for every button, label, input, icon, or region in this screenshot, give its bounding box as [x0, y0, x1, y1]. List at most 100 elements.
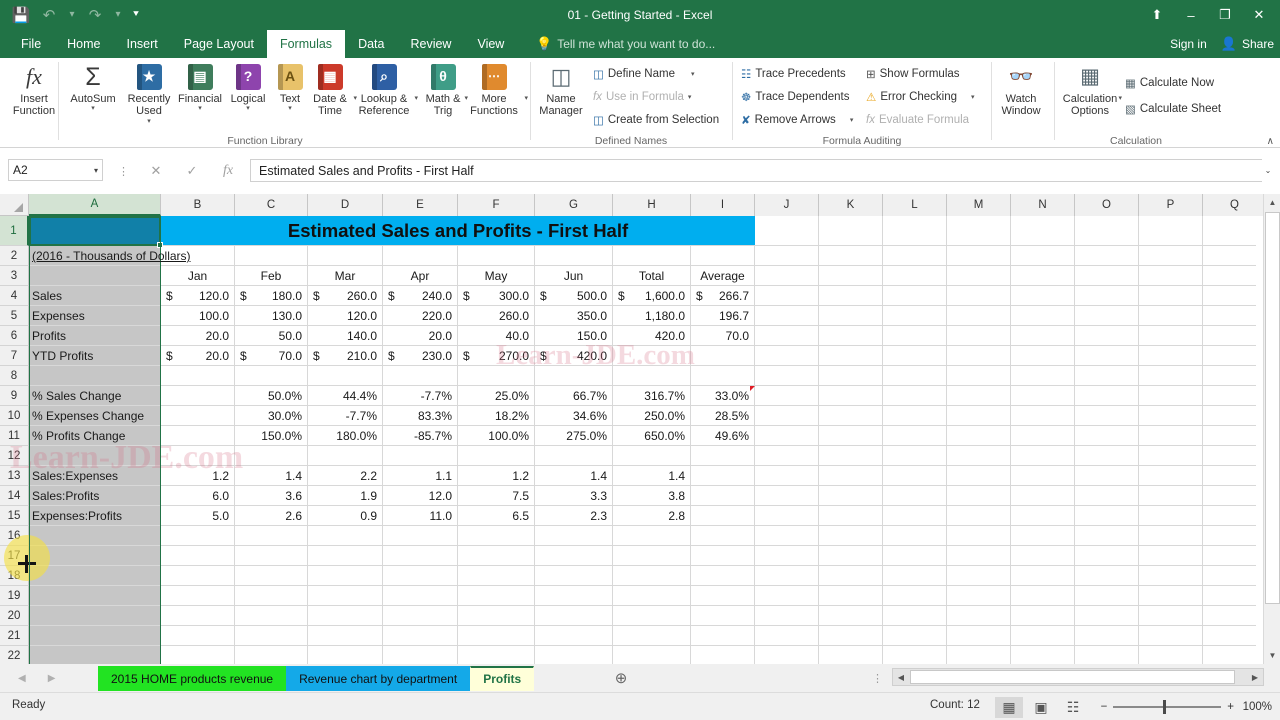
row-header-11[interactable]: 11	[0, 426, 29, 446]
cell-M6[interactable]	[947, 326, 1011, 346]
enter-icon[interactable]: ✓	[174, 163, 210, 179]
cell-P8[interactable]	[1139, 366, 1203, 386]
cell-O4[interactable]	[1075, 286, 1139, 306]
cell-D2[interactable]	[308, 246, 383, 266]
cell-Q1[interactable]	[1203, 216, 1256, 246]
tab-view[interactable]: View	[464, 30, 517, 58]
cell-K17[interactable]	[819, 546, 883, 566]
cell-L8[interactable]	[883, 366, 947, 386]
cell-J15[interactable]	[755, 506, 819, 526]
close-icon[interactable]: ✕	[1242, 0, 1276, 30]
cell-L4[interactable]	[883, 286, 947, 306]
cell-A9[interactable]: % Sales Change	[29, 386, 161, 406]
cell-K8[interactable]	[819, 366, 883, 386]
cell-D6[interactable]: 140.0	[308, 326, 383, 346]
cell-K18[interactable]	[819, 566, 883, 586]
chevron-down-icon[interactable]: ▾	[246, 105, 250, 112]
cell-M5[interactable]	[947, 306, 1011, 326]
cell-O13[interactable]	[1075, 466, 1139, 486]
cell-P13[interactable]	[1139, 466, 1203, 486]
cell-O2[interactable]	[1075, 246, 1139, 266]
cell-O6[interactable]	[1075, 326, 1139, 346]
cell-J4[interactable]	[755, 286, 819, 306]
row-header-16[interactable]: 16	[0, 526, 29, 546]
cell-N9[interactable]	[1011, 386, 1075, 406]
tab-insert[interactable]: Insert	[114, 30, 171, 58]
horizontal-scroll-thumb[interactable]	[910, 670, 1235, 684]
cell-F14[interactable]: 7.5	[458, 486, 535, 506]
cell-G22[interactable]	[535, 646, 613, 664]
row-header-14[interactable]: 14	[0, 486, 29, 506]
sign-in-button[interactable]: Sign in	[1170, 37, 1207, 51]
cell-C17[interactable]	[235, 546, 308, 566]
cell-A16[interactable]	[29, 526, 161, 546]
cell-K6[interactable]	[819, 326, 883, 346]
share-button[interactable]: 👤 Share	[1221, 36, 1274, 52]
cell-H5[interactable]: 1,180.0	[613, 306, 691, 326]
cell-C21[interactable]	[235, 626, 308, 646]
row-header-1[interactable]: 1	[0, 216, 29, 246]
ribbon-display-options-icon[interactable]: ⬆	[1140, 0, 1174, 30]
cell-D20[interactable]	[308, 606, 383, 626]
cell-L1[interactable]	[883, 216, 947, 246]
cell-E14[interactable]: 12.0	[383, 486, 458, 506]
cell-F15[interactable]: 6.5	[458, 506, 535, 526]
cell-O17[interactable]	[1075, 546, 1139, 566]
cell-M4[interactable]	[947, 286, 1011, 306]
cell-G12[interactable]	[535, 446, 613, 466]
cell-P17[interactable]	[1139, 546, 1203, 566]
cell-C14[interactable]: 3.6	[235, 486, 308, 506]
header-average[interactable]: Average	[691, 266, 755, 286]
row-header-4[interactable]: 4	[0, 286, 29, 306]
title-banner[interactable]: Estimated Sales and Profits - First Half	[161, 216, 755, 246]
create-from-selection-button[interactable]: ◫ Create from Selection	[593, 109, 719, 131]
cell-J18[interactable]	[755, 566, 819, 586]
cell-I18[interactable]	[691, 566, 755, 586]
cell-Q16[interactable]	[1203, 526, 1256, 546]
cell-I8[interactable]	[691, 366, 755, 386]
cell-F18[interactable]	[458, 566, 535, 586]
cell-J9[interactable]	[755, 386, 819, 406]
cell-J12[interactable]	[755, 446, 819, 466]
cell-K12[interactable]	[819, 446, 883, 466]
horizontal-scrollbar[interactable]: ◀ ▶	[892, 668, 1264, 686]
cell-Q14[interactable]	[1203, 486, 1256, 506]
name-manager-button[interactable]: ◫ Name Manager	[531, 61, 591, 118]
cell-Q3[interactable]	[1203, 266, 1256, 286]
cell-O16[interactable]	[1075, 526, 1139, 546]
cell-N5[interactable]	[1011, 306, 1075, 326]
cell-O3[interactable]	[1075, 266, 1139, 286]
autosum-button[interactable]: Σ AutoSum ▾	[62, 61, 124, 112]
cell-N20[interactable]	[1011, 606, 1075, 626]
show-formulas-button[interactable]: ⊞ Show Formulas	[866, 63, 960, 85]
cell-A4[interactable]: Sales	[29, 286, 161, 306]
cell-P10[interactable]	[1139, 406, 1203, 426]
cell-Q17[interactable]	[1203, 546, 1256, 566]
row-header-5[interactable]: 5	[0, 306, 29, 326]
cell-J16[interactable]	[755, 526, 819, 546]
cell-C10[interactable]: 30.0%	[235, 406, 308, 426]
cell-J10[interactable]	[755, 406, 819, 426]
cell-E15[interactable]: 11.0	[383, 506, 458, 526]
vertical-scrollbar[interactable]: ▲ ▼	[1263, 194, 1280, 664]
chevron-down-icon[interactable]: ▾	[850, 117, 854, 124]
cell-L9[interactable]	[883, 386, 947, 406]
cell-J19[interactable]	[755, 586, 819, 606]
row-header-7[interactable]: 7	[0, 346, 29, 366]
cell-Q6[interactable]	[1203, 326, 1256, 346]
more-functions-button[interactable]: ⋯ More Functions ▾	[460, 61, 528, 118]
cell-H22[interactable]	[613, 646, 691, 664]
cell-B8[interactable]	[161, 366, 235, 386]
cell-M16[interactable]	[947, 526, 1011, 546]
cell-K16[interactable]	[819, 526, 883, 546]
cell-K4[interactable]	[819, 286, 883, 306]
cell-K5[interactable]	[819, 306, 883, 326]
cell-A21[interactable]	[29, 626, 161, 646]
cell-A15[interactable]: Expenses:Profits	[29, 506, 161, 526]
cell-B7[interactable]: $20.0	[161, 346, 235, 366]
cell-A22[interactable]	[29, 646, 161, 664]
cell-H7[interactable]	[613, 346, 691, 366]
cell-E19[interactable]	[383, 586, 458, 606]
cell-I11[interactable]: 49.6%	[691, 426, 755, 446]
row-header-10[interactable]: 10	[0, 406, 29, 426]
